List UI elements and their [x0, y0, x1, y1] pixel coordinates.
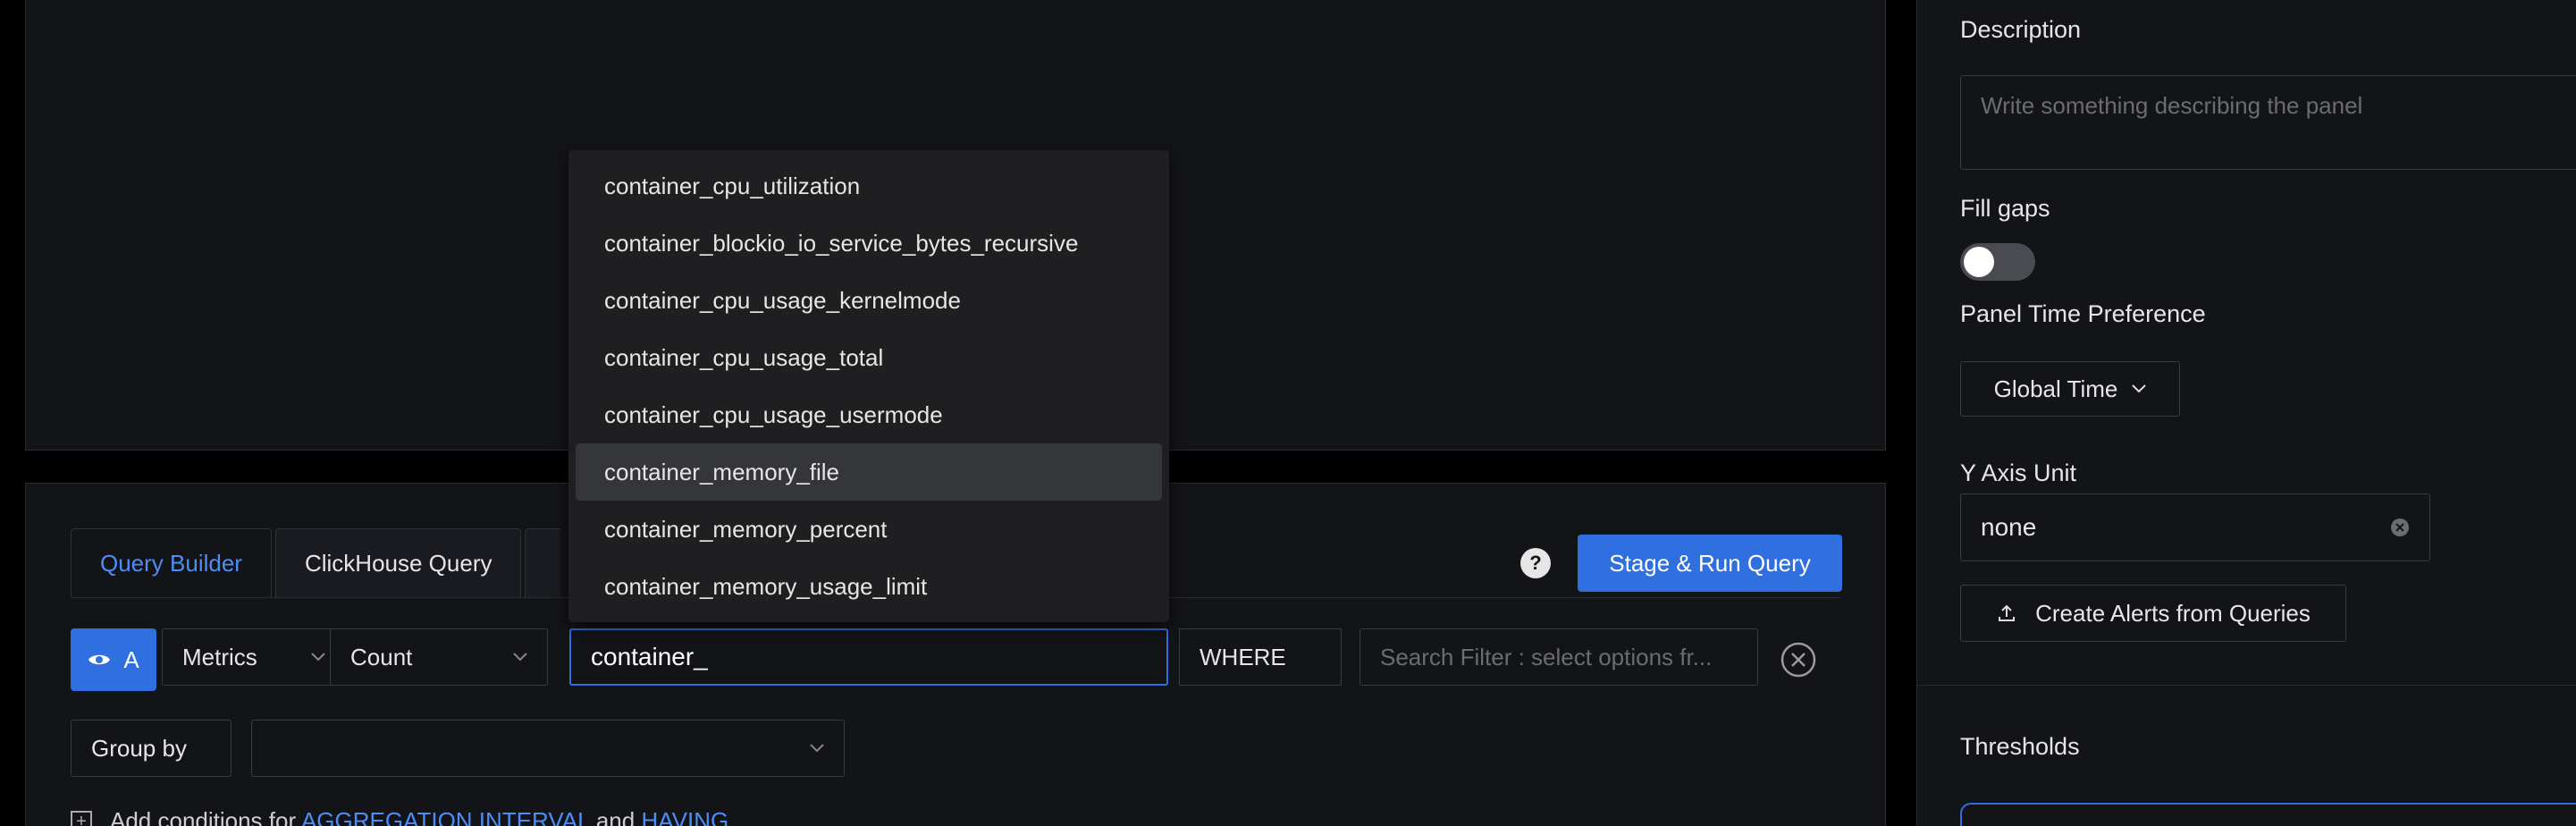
chevron-down-icon — [2132, 384, 2147, 393]
time-preference-value: Global Time — [1993, 375, 2118, 402]
add-conditions-text: Add conditions for AGGREGATION INTERVAL … — [110, 807, 728, 826]
where-label: WHERE — [1179, 628, 1342, 686]
dropdown-option[interactable]: container_memory_usage_limit — [576, 558, 1162, 615]
search-filter-input[interactable]: Search Filter : select options fr... — [1360, 628, 1758, 686]
dropdown-option[interactable]: container_cpu_utilization — [576, 157, 1162, 215]
dropdown-option[interactable]: container_cpu_usage_usermode — [576, 386, 1162, 443]
toggle-knob — [1964, 247, 1994, 277]
upload-icon — [1999, 604, 2016, 621]
time-preference-label: Panel Time Preference — [1960, 300, 2206, 327]
dropdown-option[interactable]: container_cpu_usage_kernelmode — [576, 272, 1162, 329]
group-by-label: Group by — [71, 720, 232, 777]
dropdown-option[interactable]: container_blockio_io_service_bytes_recur… — [576, 215, 1162, 272]
aggregate-value: Count — [350, 643, 413, 670]
dropdown-option[interactable]: container_memory_percent — [576, 501, 1162, 558]
description-label: Description — [1960, 16, 2082, 43]
tab-clickhouse-query[interactable]: ClickHouse Query — [274, 528, 522, 598]
dropdown-option-active[interactable]: container_memory_file — [576, 443, 1162, 501]
help-icon[interactable]: ? — [1520, 548, 1551, 578]
metric-name-input[interactable]: container_ — [569, 628, 1168, 686]
close-circle-icon[interactable] — [1780, 641, 1817, 678]
tab-query-builder[interactable]: Query Builder — [71, 528, 272, 598]
time-preference-select[interactable]: Global Time — [1960, 361, 2180, 417]
thresholds-label: Thresholds — [1960, 733, 2080, 760]
chevron-down-icon — [513, 653, 527, 662]
panel-settings-sidebar: Description Write something describing t… — [1916, 0, 2576, 826]
thresholds-box[interactable] — [1960, 803, 2576, 826]
description-textarea[interactable]: Write something describing the panel — [1960, 75, 2576, 170]
create-alerts-button[interactable]: Create Alerts from Queries — [1960, 585, 2346, 642]
query-tabs: Query Builder ClickHouse Query — [71, 528, 561, 598]
having-link[interactable]: HAVING — [641, 807, 728, 826]
sidebar-divider — [1917, 685, 2576, 686]
add-conditions-row: + Add conditions for AGGREGATION INTERVA… — [71, 807, 728, 826]
create-alerts-label: Create Alerts from Queries — [2035, 599, 2311, 627]
aggregation-interval-link[interactable]: AGGREGATION INTERVAL — [301, 807, 590, 826]
clear-icon[interactable] — [2390, 518, 2410, 537]
dropdown-option[interactable]: container_cpu_usage_total — [576, 329, 1162, 386]
query-letter: A — [123, 645, 139, 673]
chevron-down-icon — [311, 653, 325, 662]
fill-gaps-label: Fill gaps — [1960, 195, 2050, 222]
query-a-toggle[interactable]: A — [71, 628, 156, 691]
plus-square-icon[interactable]: + — [71, 810, 92, 826]
metric-suggestions-dropdown: container_cpu_utilization container_bloc… — [568, 150, 1169, 622]
y-axis-unit-value: none — [1981, 513, 2037, 541]
tab-promql-hidden[interactable] — [525, 528, 561, 598]
y-axis-unit-input[interactable]: none — [1960, 493, 2430, 561]
group-by-select[interactable] — [251, 720, 845, 777]
fill-gaps-toggle[interactable] — [1960, 243, 2035, 281]
chevron-down-icon — [810, 744, 824, 753]
eye-icon — [88, 654, 111, 665]
data-source-value: Metrics — [182, 643, 257, 670]
stage-run-query-button[interactable]: Stage & Run Query — [1578, 535, 1842, 592]
data-source-select[interactable]: Metrics — [162, 628, 346, 686]
aggregate-select[interactable]: Count — [330, 628, 548, 686]
y-axis-unit-label: Y Axis Unit — [1960, 459, 2077, 486]
